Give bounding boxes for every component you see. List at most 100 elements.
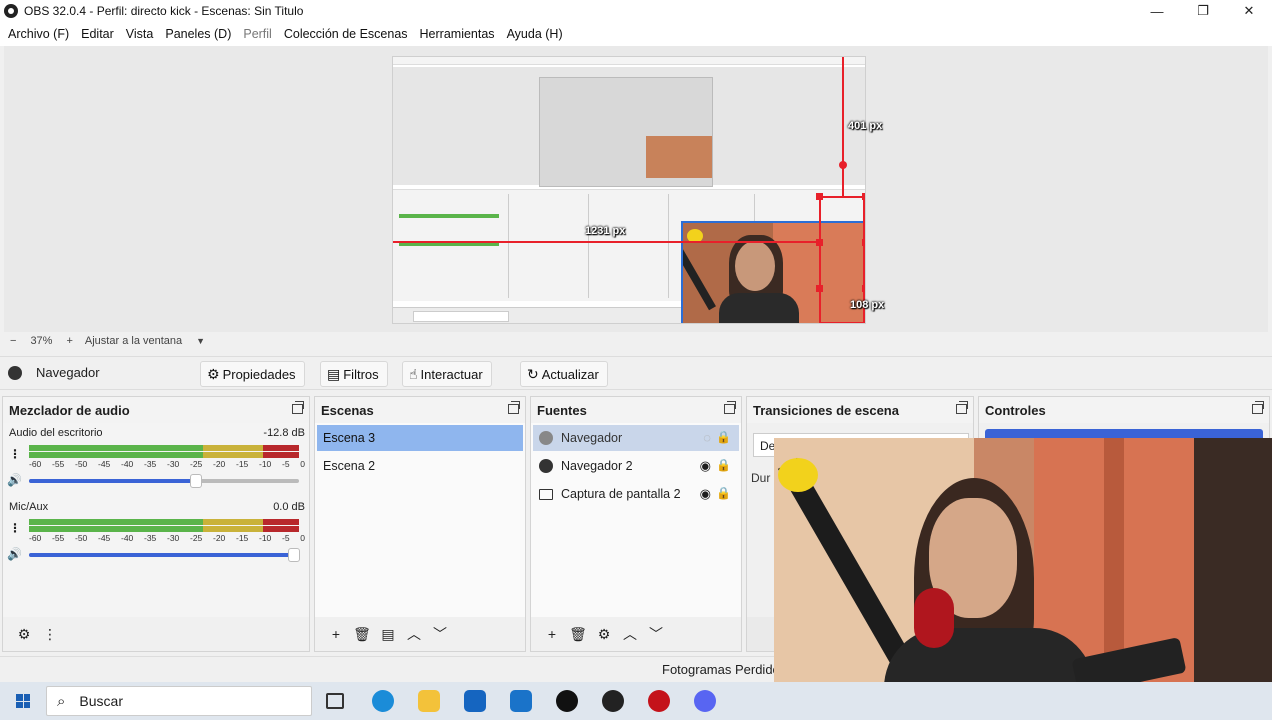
- title-bar: OBS 32.0.4 - Perfil: directo kick - Esce…: [0, 0, 1272, 22]
- sources-title: Fuentes: [531, 397, 741, 423]
- discord-icon[interactable]: [694, 690, 716, 712]
- move-down-icon[interactable]: ﹀: [427, 624, 453, 644]
- float-dock-icon[interactable]: [292, 401, 304, 414]
- top-measure-label: 401 px: [848, 120, 883, 132]
- nested-webcam: [646, 136, 712, 178]
- volume-slider[interactable]: [29, 548, 300, 562]
- gear-icon[interactable]: ⚙: [591, 626, 617, 643]
- zoom-in-button[interactable]: +: [66, 335, 72, 347]
- channel-level: -12.8 dB: [263, 427, 305, 439]
- audio-mixer-title: Mezclador de audio: [3, 397, 309, 423]
- eye-icon[interactable]: ◉: [700, 486, 711, 502]
- menu-editar[interactable]: Editar: [75, 27, 120, 41]
- resize-handle[interactable]: [816, 239, 823, 246]
- globe-icon: [8, 365, 22, 380]
- resize-handle[interactable]: [816, 193, 823, 200]
- move-up-icon[interactable]: ︿: [617, 624, 643, 644]
- menu-coleccion-escenas[interactable]: Colección de Escenas: [278, 27, 414, 41]
- selected-source: Navegador: [8, 365, 100, 380]
- volume-knob[interactable]: [190, 474, 203, 488]
- chevron-down-icon[interactable]: ▼: [196, 336, 205, 346]
- obs-icon[interactable]: [602, 690, 624, 712]
- channel-menu-icon[interactable]: ⋮: [9, 521, 21, 535]
- lock-icon[interactable]: 🔒: [716, 458, 731, 472]
- audio-mixer-body: Audio del escritorio -12.8 dB ⋮ -60 -55 -5…: [3, 423, 309, 617]
- source-item[interactable]: Navegador ◌ 🔒: [533, 425, 739, 451]
- close-button[interactable]: ✕: [1226, 0, 1272, 22]
- filter-icon[interactable]: ▤: [375, 626, 401, 643]
- audio-channel-mic: Mic/Aux 0.0 dB: [9, 501, 305, 513]
- scene-item[interactable]: Escena 3: [317, 425, 523, 451]
- outlook-icon[interactable]: [510, 690, 532, 712]
- properties-button[interactable]: ⚙ Propiedades: [200, 361, 305, 387]
- eye-hidden-icon[interactable]: ◌: [703, 430, 711, 445]
- record-icon[interactable]: [648, 690, 670, 712]
- nested-mixer: [393, 194, 509, 298]
- scene-item[interactable]: Escena 2: [317, 453, 523, 479]
- taskbar-search[interactable]: ⌕ Buscar: [46, 686, 312, 716]
- resize-handle[interactable]: [862, 285, 865, 292]
- menu-paneles[interactable]: Paneles (D): [159, 27, 237, 41]
- zoom-bar: − 37% + Ajustar a la ventana ▼: [0, 332, 1272, 350]
- task-view-icon[interactable]: [326, 693, 344, 709]
- channel-menu-icon[interactable]: ⋮: [9, 447, 21, 461]
- resize-handle[interactable]: [862, 193, 865, 200]
- audio-meter: [29, 519, 299, 533]
- refresh-label: Actualizar: [541, 366, 599, 382]
- mixer-menu-icon[interactable]: ⋮: [37, 626, 63, 643]
- volume-fill: [29, 553, 294, 557]
- zoom-out-button[interactable]: −: [10, 335, 16, 347]
- float-dock-icon[interactable]: [508, 401, 520, 414]
- add-icon[interactable]: +: [323, 626, 349, 642]
- resize-handle[interactable]: [816, 285, 823, 292]
- move-up-icon[interactable]: ︿: [401, 624, 427, 644]
- interact-button[interactable]: ☝ Interactuar: [402, 361, 492, 387]
- float-dock-icon[interactable]: [724, 401, 736, 414]
- maximize-button[interactable]: ❐: [1180, 0, 1226, 22]
- lock-icon[interactable]: 🔒: [716, 430, 731, 444]
- speaker-icon[interactable]: 🔊: [7, 473, 22, 487]
- trash-icon[interactable]: 🗑: [349, 626, 375, 643]
- resize-handle[interactable]: [862, 239, 865, 246]
- eye-icon[interactable]: ◉: [700, 458, 711, 474]
- menu-archivo[interactable]: Archivo (F): [2, 27, 75, 41]
- filters-button[interactable]: ▤ Filtros: [320, 361, 388, 387]
- speaker-icon[interactable]: 🔊: [7, 547, 22, 561]
- source-item[interactable]: Captura de pantalla 2 ◉ 🔒: [533, 481, 739, 507]
- right-measure-label: 108 px: [850, 299, 885, 311]
- refresh-icon: ↻: [527, 365, 539, 382]
- sources-dock: Fuentes Navegador ◌ 🔒 Navegador 2 ◉ 🔒 Ca…: [530, 396, 742, 652]
- volume-knob[interactable]: [287, 548, 300, 562]
- minimize-button[interactable]: —: [1134, 0, 1180, 22]
- file-explorer-icon[interactable]: [418, 690, 440, 712]
- tiktok-icon[interactable]: [556, 690, 578, 712]
- move-down-icon[interactable]: ﹀: [643, 624, 669, 644]
- menu-perfil[interactable]: Perfil: [237, 27, 277, 41]
- volume-slider[interactable]: [29, 474, 299, 488]
- webcam-overlay: [774, 438, 1272, 720]
- advanced-audio-icon[interactable]: ⚙: [11, 626, 37, 643]
- refresh-button[interactable]: ↻ Actualizar: [520, 361, 608, 387]
- source-item[interactable]: Navegador 2 ◉ 🔒: [533, 453, 739, 479]
- float-dock-icon[interactable]: [956, 401, 968, 414]
- source-name: Navegador 2: [561, 459, 633, 473]
- hand-icon: ☝: [409, 365, 418, 382]
- menu-herramientas[interactable]: Herramientas: [414, 27, 501, 41]
- audio-mixer-footer: ⚙ ⋮: [3, 617, 309, 651]
- duration-label: Dur: [751, 471, 771, 485]
- scenes-dock: Escenas Escena 3 Escena 2 + 🗑 ▤ ︿ ﹀: [314, 396, 526, 652]
- audio-mixer-title-text: Mezclador de audio: [9, 402, 130, 418]
- menu-vista[interactable]: Vista: [120, 27, 160, 41]
- menu-ayuda[interactable]: Ayuda (H): [501, 27, 569, 41]
- edge-icon[interactable]: [372, 690, 394, 712]
- lock-icon[interactable]: 🔒: [716, 486, 731, 500]
- add-icon[interactable]: +: [539, 626, 565, 642]
- width-measure-label: 1231 px: [585, 225, 626, 237]
- source-name: Navegador: [561, 431, 623, 445]
- store-icon[interactable]: [464, 690, 486, 712]
- preview-canvas[interactable]: 1231 px: [392, 56, 866, 324]
- float-dock-icon[interactable]: [1252, 401, 1264, 414]
- fit-to-window-select[interactable]: Ajustar a la ventana: [85, 335, 182, 347]
- windows-start-icon[interactable]: [16, 694, 30, 708]
- trash-icon[interactable]: 🗑: [565, 626, 591, 643]
